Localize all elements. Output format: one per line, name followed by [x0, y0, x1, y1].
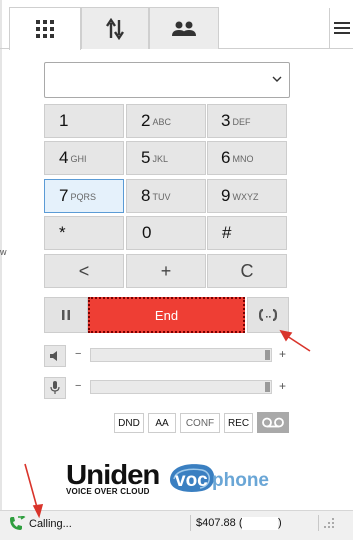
tab-contacts[interactable]	[149, 7, 219, 49]
mic-mute-button[interactable]	[44, 377, 66, 399]
key-letters: GHI	[70, 154, 87, 164]
key-digit: 0	[142, 223, 152, 242]
mic-volume-plus[interactable]: +	[279, 379, 286, 393]
key-5[interactable]: 5 JKL	[126, 141, 206, 175]
key-9[interactable]: 9 WXYZ	[207, 179, 287, 213]
hold-button[interactable]	[44, 297, 88, 333]
key-digit: 9	[221, 186, 231, 205]
key-digit: #	[222, 223, 232, 242]
hamburger-menu-icon	[333, 22, 350, 34]
tab-bar	[0, 7, 353, 50]
speaker-volume-plus[interactable]: +	[279, 347, 286, 361]
pause-icon	[62, 310, 70, 320]
key-symbol: C	[240, 260, 254, 281]
key-6[interactable]: 6 MNO	[207, 141, 287, 175]
number-select[interactable]	[44, 62, 290, 98]
speaker-volume-thumb[interactable]	[265, 350, 270, 360]
rec-label: REC	[227, 417, 250, 429]
key-letters: PQRS	[70, 192, 96, 202]
key-digit: 2	[141, 111, 151, 130]
mic-volume-thumb[interactable]	[265, 382, 270, 392]
speaker-mute-button[interactable]	[44, 345, 66, 367]
key-digit: 5	[141, 148, 151, 167]
key-hash[interactable]: #	[207, 216, 287, 250]
speaker-volume-slider[interactable]	[90, 348, 272, 362]
aa-label: AA	[155, 417, 169, 429]
key-symbol: +	[160, 260, 172, 281]
menu-button[interactable]	[329, 8, 353, 48]
plus-key[interactable]: +	[126, 254, 206, 288]
mic-volume-slider[interactable]	[90, 380, 272, 394]
backspace-key[interactable]: <	[44, 254, 124, 288]
key-digit: 4	[59, 148, 69, 167]
key-digit: 8	[141, 186, 151, 205]
end-call-button[interactable]: End	[88, 297, 245, 333]
annotation-arrow	[283, 333, 311, 352]
key-digit: 3	[221, 111, 231, 130]
key-4[interactable]: 4 GHI	[44, 141, 124, 175]
conf-label: CONF	[185, 417, 215, 429]
end-call-label: End	[154, 307, 179, 323]
contacts-icon	[172, 21, 196, 36]
annotation-arrow	[24, 463, 39, 512]
redacted-field	[242, 517, 278, 530]
softphone-window: w 1 2 ABC 3 DEF 4 GHI 5 JKL 6 MNO 7 PQRS…	[0, 0, 353, 540]
key-digit: 6	[221, 148, 231, 167]
voicemail-icon	[262, 417, 284, 428]
status-divider	[318, 515, 319, 531]
dnd-button[interactable]: DND	[114, 413, 144, 433]
status-bar: Calling... $407.88 ( )	[0, 510, 353, 540]
dnd-label: DND	[118, 417, 140, 429]
phone-calling-icon	[10, 516, 26, 530]
key-letters: MNO	[232, 154, 254, 164]
key-letters: ABC	[152, 117, 171, 127]
resize-grip-icon[interactable]	[323, 517, 335, 529]
speaker-icon	[50, 351, 57, 361]
key-letters: JKL	[152, 154, 168, 164]
vocphone-logo-graphic: voc phone	[170, 464, 269, 492]
key-symbol: <	[78, 260, 90, 281]
key-letters: TUV	[152, 192, 171, 202]
key-digit: *	[59, 223, 66, 242]
key-0[interactable]: 0	[126, 216, 206, 250]
microphone-icon	[50, 381, 60, 394]
key-letters: WXYZ	[232, 192, 259, 202]
tab-transfers[interactable]	[81, 7, 149, 49]
key-3[interactable]: 3 DEF	[207, 104, 287, 138]
key-digit: 1	[59, 111, 69, 130]
key-8[interactable]: 8 TUV	[126, 179, 206, 213]
aa-button[interactable]: AA	[148, 413, 176, 433]
clear-key[interactable]: C	[207, 254, 287, 288]
transfer-button[interactable]	[247, 297, 289, 333]
phone-text: phone	[212, 470, 269, 491]
dialpad-icon	[36, 20, 54, 38]
uniden-logo: Uniden VOICE OVER CLOUD	[66, 461, 160, 497]
balance-close-paren: )	[278, 517, 282, 529]
window-left-edge	[0, 0, 2, 540]
vocphone-logo: voc phone	[168, 460, 294, 501]
status-divider	[190, 515, 191, 531]
key-2[interactable]: 2 ABC	[126, 104, 206, 138]
key-7[interactable]: 7 PQRS	[44, 179, 124, 213]
key-star[interactable]: *	[44, 216, 124, 250]
mic-volume-minus[interactable]: −	[75, 380, 81, 392]
voc-text: voc	[175, 470, 208, 491]
speaker-volume-minus[interactable]: −	[75, 348, 81, 360]
tab-dialpad[interactable]	[9, 7, 81, 50]
transfer-arrows-icon	[106, 17, 124, 40]
chevron-down-icon	[272, 76, 282, 82]
conf-button[interactable]: CONF	[180, 413, 220, 433]
voicemail-button[interactable]	[257, 412, 289, 433]
key-1[interactable]: 1	[44, 104, 124, 138]
key-digit: 7	[59, 186, 69, 205]
rec-button[interactable]: REC	[224, 413, 253, 433]
stray-text: w	[0, 247, 7, 257]
call-status-text: Calling...	[29, 518, 72, 530]
key-letters: DEF	[232, 117, 251, 127]
call-transfer-icon	[259, 309, 277, 321]
uniden-wordmark: Uniden	[66, 459, 160, 490]
account-balance: $407.88 (	[196, 517, 243, 529]
